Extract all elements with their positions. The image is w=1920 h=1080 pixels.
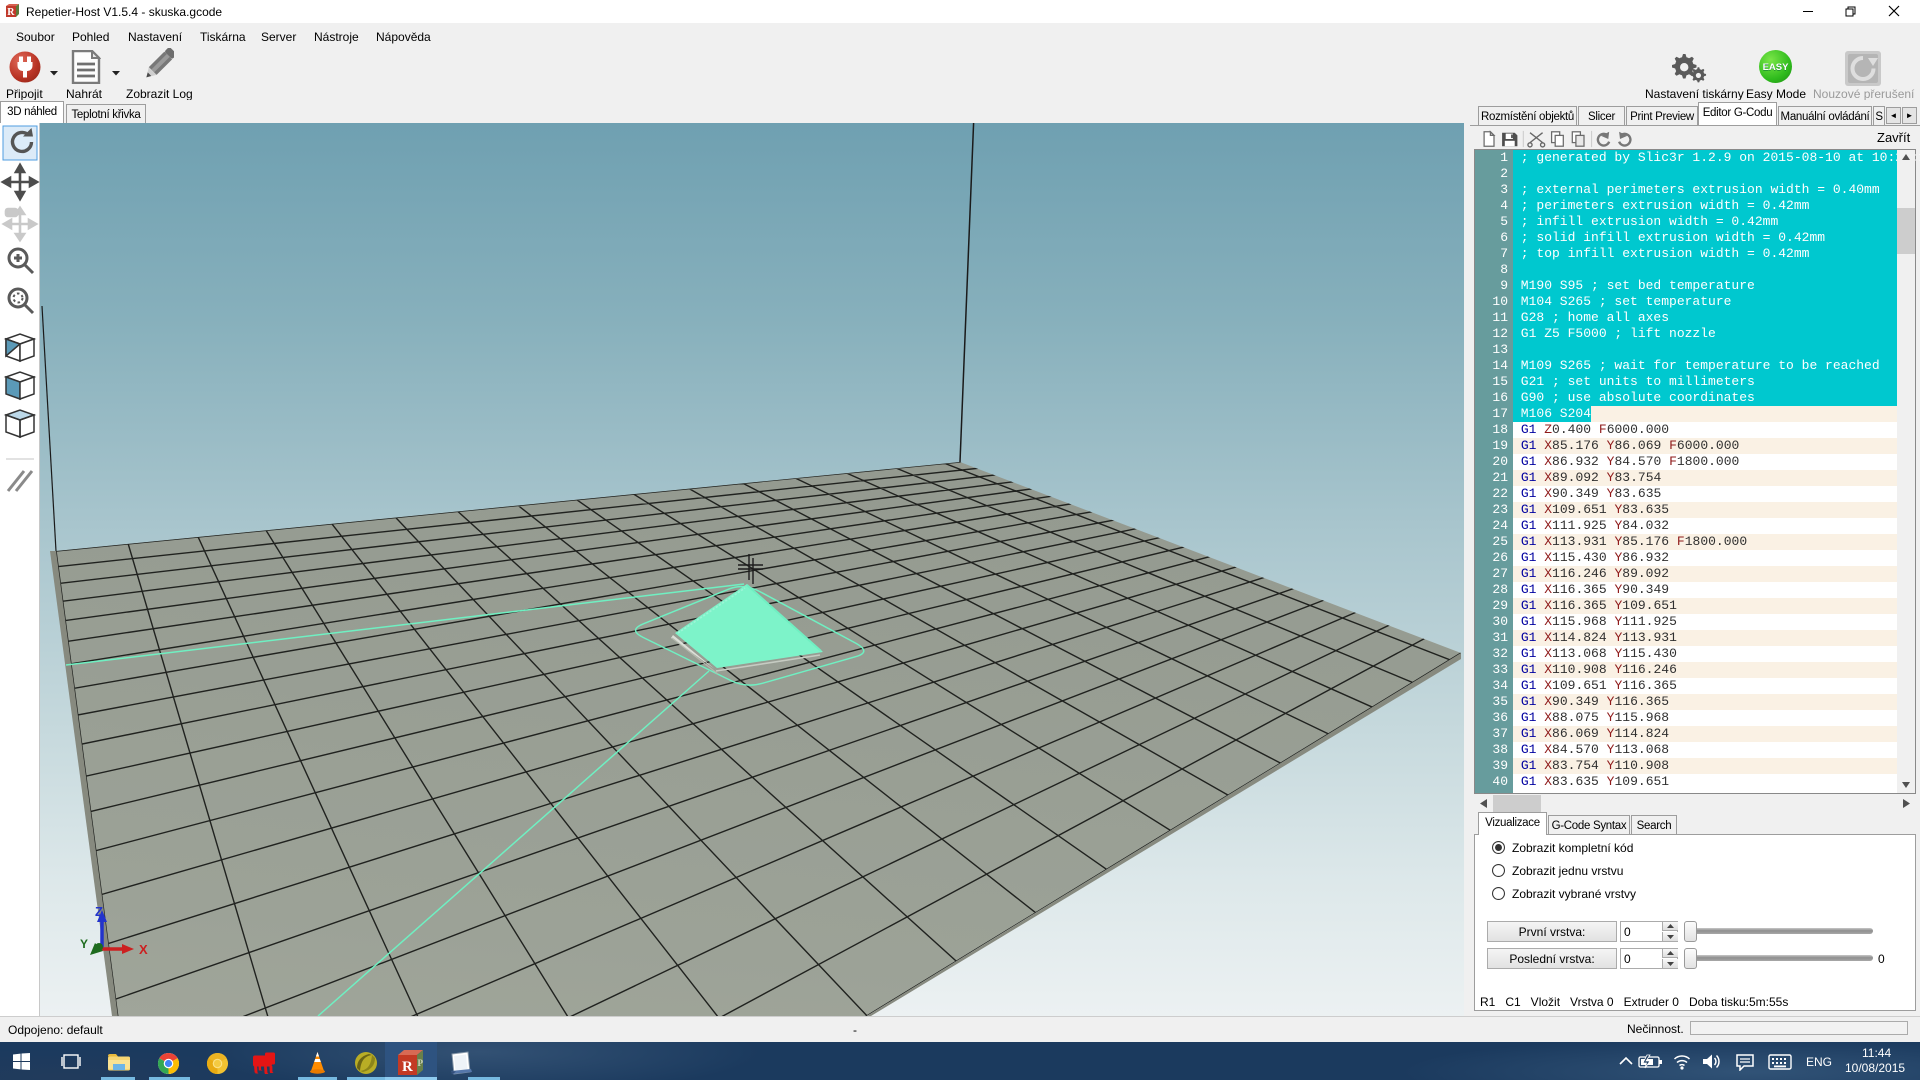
svg-text:Y: Y [80, 937, 88, 951]
svg-text:Z: Z [95, 904, 103, 919]
svg-text:R: R [402, 1059, 413, 1075]
svg-text:P: P [418, 1058, 424, 1068]
svg-text:R: R [7, 7, 15, 18]
svg-text:X: X [139, 942, 148, 957]
svg-text:EASY: EASY [1763, 62, 1790, 73]
